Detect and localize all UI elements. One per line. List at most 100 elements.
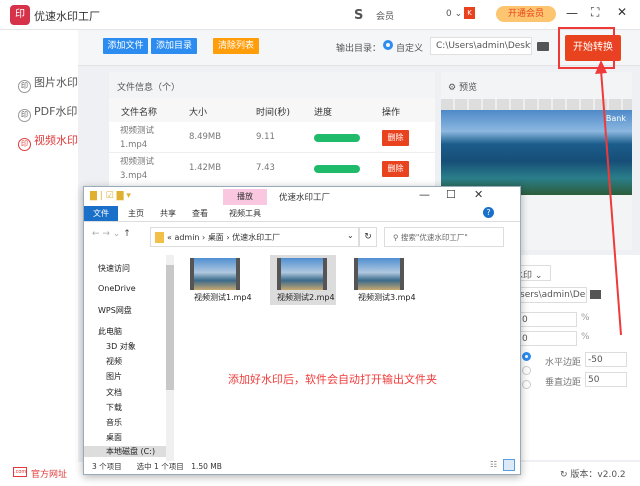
website-link[interactable]: 官方网址 bbox=[31, 467, 67, 480]
nav-wps[interactable]: WPS网盘 bbox=[98, 305, 132, 316]
tab-home[interactable]: 主页 bbox=[128, 208, 144, 219]
opacity-input[interactable]: 0 bbox=[519, 331, 577, 346]
watermark-text: Bank bbox=[605, 114, 626, 123]
file-item[interactable]: 视频测试1.mp4 bbox=[194, 292, 252, 303]
tab-video-tools[interactable]: 视频工具 bbox=[229, 208, 261, 219]
clear-list-button[interactable]: 清除列表 bbox=[213, 38, 259, 54]
delete-button[interactable]: 删除 bbox=[382, 130, 409, 146]
nav-onedrive[interactable]: OneDrive bbox=[98, 284, 136, 293]
file-panel-title: 文件信息（个） bbox=[117, 83, 181, 93]
large-icons-view-icon[interactable] bbox=[503, 459, 515, 471]
settings-path-input[interactable]: sers\admin\Des bbox=[517, 287, 587, 303]
nav-pane: 快速访问 OneDrive WPS网盘 此电脑 3D 对象 视频 图片 文档 下… bbox=[84, 255, 178, 461]
sidebar-item-label: 视频水印 bbox=[34, 134, 78, 147]
quick-access-toolbar[interactable]: ▇ | ☑ ▇ ▾ bbox=[90, 191, 131, 201]
sidebar-item-pdf[interactable]: 印 PDF水印 bbox=[18, 103, 77, 122]
file-item[interactable]: 视频测试2.mp4 bbox=[277, 292, 335, 303]
nav-pictures[interactable]: 图片 bbox=[106, 371, 122, 382]
file-size: 1.42MB bbox=[189, 163, 222, 173]
h-margin-label: 水平边距 bbox=[545, 358, 582, 368]
delete-button[interactable]: 删除 bbox=[382, 161, 409, 177]
file-name: 视频测试3.mp4 bbox=[120, 157, 155, 181]
folder-icon bbox=[155, 232, 164, 243]
position-radio[interactable] bbox=[522, 366, 531, 375]
close-button[interactable]: ✕ bbox=[474, 188, 483, 201]
sidebar-item-video[interactable]: 印视频水印 bbox=[18, 132, 78, 151]
minimize-button[interactable]: — bbox=[419, 188, 430, 201]
add-dir-button[interactable]: 添加目录 bbox=[151, 38, 197, 54]
preview-image: Bank bbox=[441, 110, 632, 195]
close-button[interactable]: ✕ bbox=[617, 5, 627, 19]
file-panel: 文件信息（个） 文件名称 大小 时间(秒) 进度 操作 视频测试1.mp4 8.… bbox=[109, 72, 435, 202]
breadcrumb: « admin › 桌面 › 优速水印工厂 bbox=[167, 233, 281, 242]
status-count: 3 个项目 bbox=[92, 462, 122, 471]
video-thumbnail[interactable] bbox=[190, 258, 240, 290]
h-margin-input[interactable]: -50 bbox=[585, 352, 627, 367]
title-bar: 印 优速水印工厂 S 会员 0 ⌄ K 开通会员 — ⛶ ✕ bbox=[0, 0, 640, 30]
nav-scrollbar[interactable] bbox=[166, 255, 174, 461]
nav-desktop[interactable]: 桌面 bbox=[106, 432, 122, 443]
search-input[interactable]: ⚲ 搜索"优速水印工厂" bbox=[384, 227, 504, 247]
file-time: 7.43 bbox=[256, 163, 275, 173]
stamp-icon: 印 bbox=[18, 109, 31, 122]
crumb[interactable]: 优速水印工厂 bbox=[232, 233, 280, 242]
chevron-down-icon[interactable]: ⌄ bbox=[347, 231, 354, 240]
help-icon[interactable]: ? bbox=[483, 207, 494, 218]
file-size: 8.49MB bbox=[189, 132, 222, 142]
unit-label: % bbox=[581, 332, 590, 342]
progress-bar bbox=[314, 134, 360, 142]
nav-quick-access[interactable]: 快速访问 bbox=[98, 263, 130, 274]
maximize-button[interactable]: ☐ bbox=[446, 188, 456, 201]
nav-local-disk[interactable]: 本地磁盘 (C:) bbox=[84, 446, 166, 457]
video-thumbnail[interactable] bbox=[354, 258, 404, 290]
custom-radio[interactable] bbox=[383, 40, 393, 50]
v-margin-label: 垂直边距 bbox=[545, 378, 582, 388]
position-radio[interactable] bbox=[522, 352, 531, 361]
search-placeholder: 搜索"优速水印工厂" bbox=[400, 233, 468, 242]
v-margin-input[interactable]: 50 bbox=[585, 372, 627, 387]
folder-icon[interactable] bbox=[537, 42, 549, 51]
tab-share[interactable]: 共享 bbox=[160, 208, 176, 219]
size-input[interactable]: 0 bbox=[519, 312, 577, 327]
nav-3d[interactable]: 3D 对象 bbox=[106, 341, 136, 352]
nav-music[interactable]: 音乐 bbox=[106, 417, 122, 428]
table-row: 视频测试3.mp4 1.42MB 7.43 删除 bbox=[109, 153, 435, 184]
user-label[interactable]: 会员 bbox=[376, 9, 394, 22]
nav-buttons[interactable]: ← → ⌄ ↑ bbox=[92, 229, 131, 239]
minimize-button[interactable]: — bbox=[566, 6, 578, 20]
address-bar[interactable]: « admin › 桌面 › 优速水印工厂 ⌄ bbox=[150, 227, 359, 247]
version: ↻ 版本：v2.0.2 bbox=[560, 467, 626, 480]
vip-button[interactable]: 开通会员 bbox=[496, 6, 556, 22]
add-file-button[interactable]: 添加文件 bbox=[103, 38, 148, 54]
nav-this-pc[interactable]: 此电脑 bbox=[98, 326, 122, 337]
nav-videos[interactable]: 视频 bbox=[106, 356, 122, 367]
tab-view[interactable]: 查看 bbox=[192, 208, 208, 219]
member-icon: S bbox=[354, 8, 364, 23]
count-dropdown[interactable]: 0 ⌄ bbox=[446, 9, 462, 19]
explorer-window: ▇ | ☑ ▇ ▾ 播放 优速水印工厂 — ☐ ✕ 文件 主页 共享 查看 视频… bbox=[83, 186, 521, 475]
crumb[interactable]: admin bbox=[174, 233, 199, 242]
output-path-input[interactable]: C:\Users\admin\Deskto bbox=[430, 37, 532, 55]
col-progress: 进度 bbox=[314, 108, 333, 118]
sidebar-item-label: 图片水印 bbox=[34, 76, 78, 89]
nav-downloads[interactable]: 下载 bbox=[106, 402, 122, 413]
stamp-icon: 印 bbox=[18, 138, 31, 151]
annotation-text: 添加好水印后，软件会自动打开输出文件夹 bbox=[228, 373, 437, 386]
crumb[interactable]: 桌面 bbox=[208, 233, 224, 242]
position-radio[interactable] bbox=[522, 380, 531, 389]
gear-icon: ⚙ bbox=[448, 83, 459, 93]
folder-icon[interactable] bbox=[590, 290, 601, 299]
file-item[interactable]: 视频测试3.mp4 bbox=[358, 292, 416, 303]
col-size: 大小 bbox=[189, 108, 208, 118]
context-tab-play[interactable]: 播放 bbox=[223, 189, 267, 205]
maximize-button[interactable]: ⛶ bbox=[591, 5, 599, 20]
details-view-icon[interactable]: ☷ bbox=[490, 460, 497, 469]
preview-title: ⚙ 预览 bbox=[448, 80, 477, 93]
refresh-button[interactable]: ↻ bbox=[359, 227, 377, 247]
nav-documents[interactable]: 文档 bbox=[106, 387, 122, 398]
tab-file[interactable]: 文件 bbox=[84, 206, 118, 221]
video-thumbnail[interactable] bbox=[277, 258, 327, 290]
sidebar-item-image[interactable]: 印图片水印 bbox=[18, 74, 78, 93]
app-title: 优速水印工厂 bbox=[34, 10, 100, 23]
k-icon: K bbox=[464, 7, 475, 19]
